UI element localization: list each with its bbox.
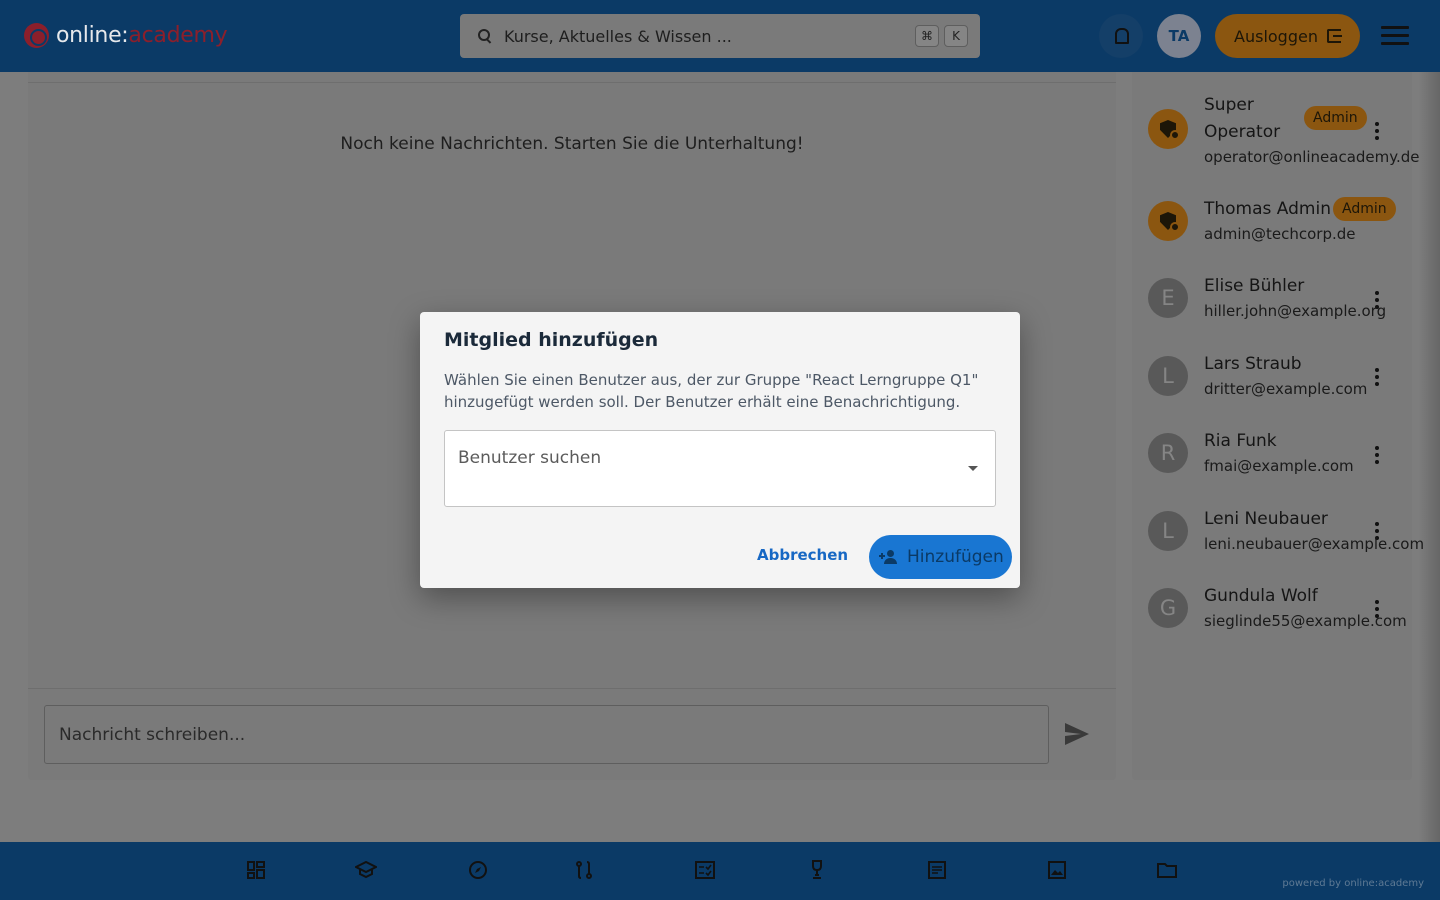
scroll-shade: [1418, 72, 1440, 842]
member-item[interactable]: E Elise Bühler hiller.john@example.org: [1132, 273, 1412, 327]
member-name: Gundula Wolf: [1204, 586, 1318, 606]
add-button-label: Hinzufügen: [907, 547, 1004, 567]
menu-icon-bar: [1381, 42, 1409, 45]
member-name-line1: Super: [1204, 95, 1254, 115]
empty-chat-message: Noch keine Nachrichten. Starten Sie die …: [340, 134, 804, 154]
member-name: Thomas Admin: [1204, 199, 1331, 219]
member-avatar: R: [1148, 433, 1188, 473]
menu-icon-bar: [1381, 26, 1409, 29]
dialog-title: Mitglied hinzufügen: [444, 329, 659, 351]
search-icon: [478, 29, 492, 43]
member-avatar: L: [1148, 356, 1188, 396]
chevron-down-icon: [968, 466, 978, 471]
article-icon[interactable]: [926, 859, 948, 881]
compass-icon[interactable]: [467, 859, 489, 881]
powered-by-text: powered by online:academy: [1282, 878, 1424, 889]
logo-text-academy: academy: [128, 22, 228, 48]
logout-label: Ausloggen: [1234, 26, 1318, 46]
member-avatar: E: [1148, 278, 1188, 318]
member-name: Super Operator: [1204, 92, 1280, 146]
logout-button[interactable]: Ausloggen: [1215, 14, 1360, 58]
member-item[interactable]: G Gundula Wolf sieglinde55@example.com: [1132, 583, 1412, 637]
member-item[interactable]: Super Operator Admin operator@onlineacad…: [1132, 92, 1420, 170]
member-item[interactable]: L Leni Neubauer leni.neubauer@example.co…: [1132, 506, 1424, 560]
member-name: Elise Bühler: [1204, 276, 1305, 296]
dashboard-icon[interactable]: [245, 859, 267, 881]
logout-icon: [1326, 29, 1342, 43]
route-icon[interactable]: [573, 859, 595, 881]
bottom-navigation: powered by online:academy: [0, 842, 1440, 900]
message-input[interactable]: Nachricht schreiben...: [44, 705, 1049, 764]
member-item[interactable]: Thomas Admin Admin admin@techcorp.de: [1132, 196, 1412, 250]
folder-icon[interactable]: [1156, 859, 1178, 881]
bell-icon: [1114, 28, 1129, 44]
school-icon[interactable]: [355, 859, 377, 881]
admin-avatar: [1148, 201, 1188, 241]
trophy-icon[interactable]: [806, 859, 828, 881]
member-more-button[interactable]: [1375, 122, 1379, 140]
checklist-icon[interactable]: [694, 859, 716, 881]
members-panel: Super Operator Admin operator@onlineacad…: [1132, 72, 1424, 780]
add-member-dialog: Mitglied hinzufügen Wählen Sie einen Ben…: [420, 312, 1020, 588]
search-placeholder: Kurse, Aktuelles & Wissen ...: [504, 26, 732, 46]
person-add-icon: [879, 550, 899, 564]
admin-badge: Admin: [1333, 197, 1396, 221]
divider: [28, 82, 1116, 83]
member-name: Ria Funk: [1204, 431, 1277, 451]
member-name-line2: Operator: [1204, 122, 1281, 142]
member-avatar: G: [1148, 588, 1188, 628]
shortcut-k-key: K: [944, 25, 968, 47]
lock-badge-icon: [1170, 130, 1180, 140]
hamburger-menu-button[interactable]: [1381, 26, 1409, 46]
user-search-select[interactable]: Benutzer suchen: [444, 430, 996, 507]
logo-mark-icon: [24, 22, 49, 48]
user-avatar[interactable]: TA: [1157, 14, 1201, 58]
top-app-bar: online: academy Kurse, Aktuelles & Wissen…: [0, 0, 1440, 72]
logo-text-online: online:: [56, 22, 129, 48]
notifications-button[interactable]: [1099, 14, 1143, 58]
admin-badge: Admin: [1304, 106, 1367, 130]
message-input-placeholder: Nachricht schreiben...: [59, 724, 246, 745]
send-button[interactable]: [1064, 722, 1090, 746]
member-more-button[interactable]: [1375, 446, 1379, 464]
member-email: hiller.john@example.org: [1204, 302, 1387, 320]
member-name: Leni Neubauer: [1204, 509, 1328, 529]
shortcut-cmd-key: ⌘: [915, 25, 939, 47]
logo[interactable]: online: academy: [24, 20, 228, 50]
cancel-button[interactable]: Abbrechen: [757, 546, 848, 564]
dialog-description: Wählen Sie einen Benutzer aus, der zur G…: [444, 371, 979, 411]
lock-badge-icon: [1170, 222, 1180, 232]
user-search-label: Benutzer suchen: [458, 448, 602, 468]
image-icon[interactable]: [1046, 859, 1068, 881]
admin-avatar: [1148, 109, 1188, 149]
member-email: leni.neubauer@example.com: [1204, 535, 1425, 553]
member-email: sieglinde55@example.com: [1204, 612, 1407, 630]
member-avatar: L: [1148, 511, 1188, 551]
add-member-button[interactable]: Hinzufügen: [869, 535, 1012, 579]
member-more-button[interactable]: [1375, 368, 1379, 386]
send-icon: [1065, 723, 1089, 745]
global-search-input[interactable]: Kurse, Aktuelles & Wissen ... ⌘ K: [460, 14, 980, 58]
member-email: operator@onlineacademy.de: [1204, 148, 1420, 166]
member-name: Lars Straub: [1204, 354, 1302, 374]
member-item[interactable]: L Lars Straub dritter@example.com: [1132, 351, 1412, 405]
menu-icon-bar: [1381, 34, 1409, 37]
divider: [28, 688, 1116, 689]
member-item[interactable]: R Ria Funk fmai@example.com: [1132, 428, 1412, 482]
member-email: admin@techcorp.de: [1204, 225, 1356, 243]
member-email: dritter@example.com: [1204, 380, 1368, 398]
member-email: fmai@example.com: [1204, 457, 1354, 475]
